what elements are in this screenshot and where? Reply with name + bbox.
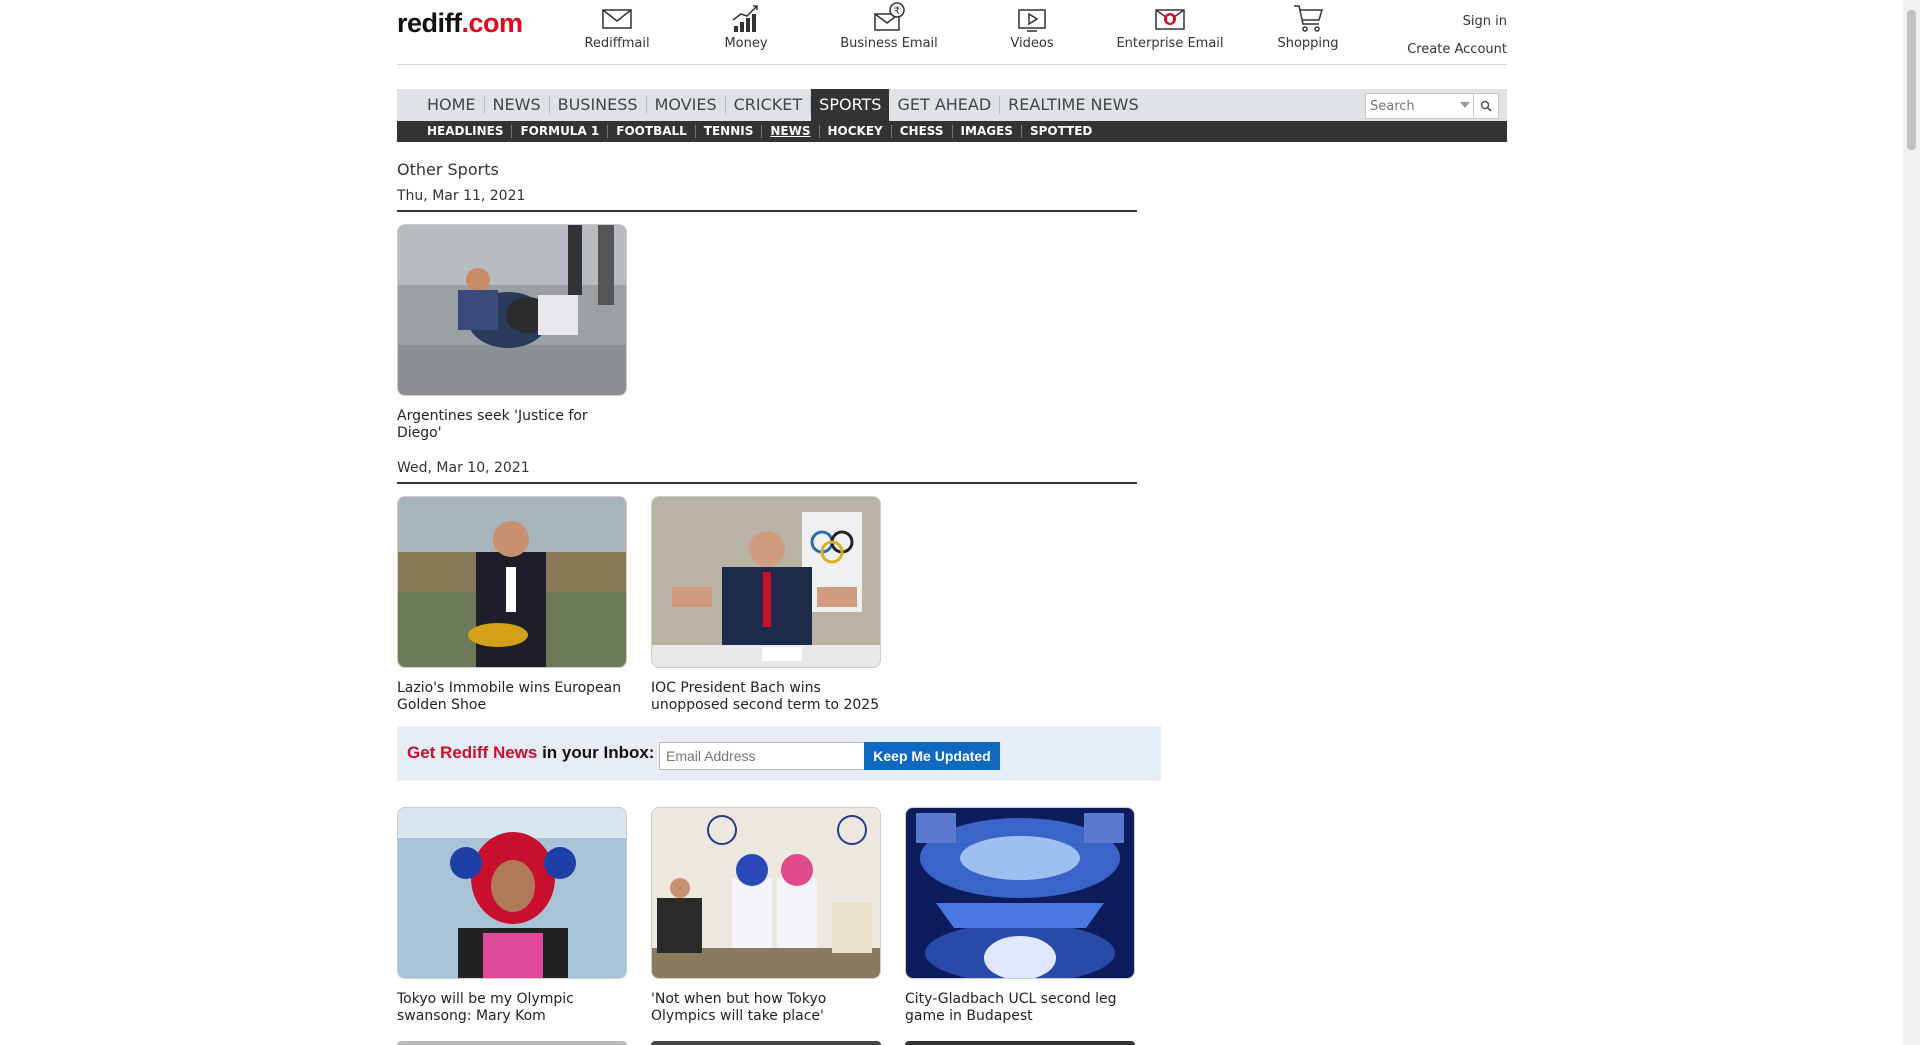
- search-dropdown-icon[interactable]: [1460, 102, 1470, 108]
- subscribe-label-brand: Get Rediff News: [407, 743, 538, 762]
- subnav-headlines[interactable]: HEADLINES: [419, 125, 513, 138]
- news-caption[interactable]: Lazio's Immobile wins European Golden Sh…: [397, 680, 627, 714]
- shopping-link[interactable]: Shopping: [1248, 2, 1368, 51]
- news-caption[interactable]: City-Gladbach UCL second leg game in Bud…: [905, 991, 1135, 1025]
- page-container: rediff.com Rediffmail Money ₹ Business E…: [397, 0, 1507, 1045]
- date-heading: Wed, Mar 10, 2021: [397, 460, 1137, 484]
- news-caption[interactable]: Tokyo will be my Olympic swansong: Mary …: [397, 991, 627, 1025]
- news-thumbnail[interactable]: [397, 496, 627, 668]
- enterprise-email-link[interactable]: Enterprise Email: [1110, 2, 1230, 51]
- date-heading: Thu, Mar 11, 2021: [397, 188, 1137, 212]
- logo-text: rediff: [397, 8, 462, 38]
- nav-news[interactable]: NEWS: [485, 96, 550, 114]
- news-caption[interactable]: IOC President Bach wins unopposed second…: [651, 680, 881, 714]
- subscribe-label: Get Rediff News in your Inbox:: [407, 743, 654, 763]
- news-thumbnail-partial[interactable]: [397, 1041, 627, 1045]
- subnav-images[interactable]: IMAGES: [953, 125, 1022, 138]
- videos-label: Videos: [1010, 36, 1054, 51]
- business-email-label: Business Email: [840, 36, 938, 51]
- email-field[interactable]: [659, 742, 867, 770]
- vertical-scrollbar[interactable]: [1903, 0, 1920, 1045]
- subnav-football[interactable]: FOOTBALL: [608, 125, 696, 138]
- news-card[interactable]: Lazio's Immobile wins European Golden Sh…: [397, 496, 627, 714]
- subnav-news[interactable]: NEWS: [762, 125, 820, 138]
- secondary-nav: HEADLINES FORMULA 1 FOOTBALL TENNIS NEWS…: [397, 121, 1507, 142]
- site-header: rediff.com Rediffmail Money ₹ Business E…: [397, 0, 1507, 65]
- news-card[interactable]: Tokyo will be my Olympic swansong: Mary …: [397, 807, 627, 1025]
- enterprise-email-label: Enterprise Email: [1116, 36, 1224, 51]
- nav-realtime-news[interactable]: REALTIME NEWS: [1000, 96, 1146, 114]
- subscribe-label-rest: in your Inbox:: [537, 743, 655, 762]
- search-input[interactable]: [1366, 94, 1454, 118]
- news-thumbnail[interactable]: [397, 807, 627, 979]
- subnav-hockey[interactable]: HOCKEY: [820, 125, 892, 138]
- videos-link[interactable]: Videos: [972, 2, 1092, 51]
- account-links: Sign in Create Account: [1407, 8, 1507, 64]
- business-mail-icon: ₹: [829, 2, 949, 34]
- business-email-link[interactable]: ₹ Business Email: [829, 2, 949, 51]
- news-card[interactable]: 'Not when but how Tokyo Olympics will ta…: [651, 807, 881, 1025]
- nav-business[interactable]: BUSINESS: [550, 96, 647, 114]
- sign-in-link[interactable]: Sign in: [1407, 8, 1507, 36]
- cart-icon: [1248, 2, 1368, 34]
- video-icon: [972, 2, 1092, 34]
- newsletter-subscribe: Get Rediff News in your Inbox: Keep Me U…: [397, 726, 1161, 781]
- section-title: Other Sports: [397, 160, 499, 179]
- subnav-spotted[interactable]: SPOTTED: [1022, 125, 1100, 138]
- news-thumbnail[interactable]: [651, 496, 881, 668]
- search-button[interactable]: [1473, 94, 1498, 118]
- money-label: Money: [724, 36, 768, 51]
- scrollbar-thumb[interactable]: [1907, 10, 1916, 150]
- chart-icon: [686, 2, 806, 34]
- subnav-formula-1[interactable]: FORMULA 1: [512, 125, 609, 138]
- logo-dot: .: [461, 8, 470, 38]
- shopping-label: Shopping: [1277, 36, 1339, 51]
- nav-get-ahead[interactable]: GET AHEAD: [889, 96, 1001, 114]
- money-link[interactable]: Money: [686, 2, 806, 51]
- rediffmail-link[interactable]: Rediffmail: [557, 2, 677, 51]
- news-thumbnail-partial[interactable]: [905, 1041, 1135, 1045]
- news-card[interactable]: Argentines seek 'Justice for Diego': [397, 224, 627, 442]
- rediff-logo[interactable]: rediff.com: [397, 8, 523, 39]
- mail-icon: [557, 2, 677, 34]
- news-thumbnail-partial[interactable]: [651, 1041, 881, 1045]
- nav-home[interactable]: HOME: [419, 96, 485, 114]
- news-caption[interactable]: 'Not when but how Tokyo Olympics will ta…: [651, 991, 881, 1025]
- nav-cricket[interactable]: CRICKET: [726, 96, 812, 114]
- news-thumbnail[interactable]: [397, 224, 627, 396]
- nav-movies[interactable]: MOVIES: [647, 96, 726, 114]
- news-card[interactable]: IOC President Bach wins unopposed second…: [651, 496, 881, 714]
- primary-nav: HOME NEWS BUSINESS MOVIES CRICKET SPORTS…: [397, 89, 1507, 121]
- news-card[interactable]: City-Gladbach UCL second leg game in Bud…: [905, 807, 1135, 1025]
- nav-sports[interactable]: SPORTS: [811, 89, 890, 121]
- logo-com: com: [468, 8, 524, 38]
- rediffmail-label: Rediffmail: [584, 36, 650, 51]
- svg-text:₹: ₹: [894, 6, 900, 17]
- subnav-tennis[interactable]: TENNIS: [696, 125, 763, 138]
- news-thumbnail[interactable]: [651, 807, 881, 979]
- create-account-link[interactable]: Create Account: [1407, 36, 1507, 64]
- keep-me-updated-button[interactable]: Keep Me Updated: [864, 742, 1000, 770]
- enterprise-mail-icon: [1110, 2, 1230, 34]
- search-icon: [1480, 100, 1492, 112]
- news-thumbnail[interactable]: [905, 807, 1135, 979]
- news-caption[interactable]: Argentines seek 'Justice for Diego': [397, 408, 627, 442]
- subnav-chess[interactable]: CHESS: [892, 125, 953, 138]
- search-box: [1365, 93, 1499, 119]
